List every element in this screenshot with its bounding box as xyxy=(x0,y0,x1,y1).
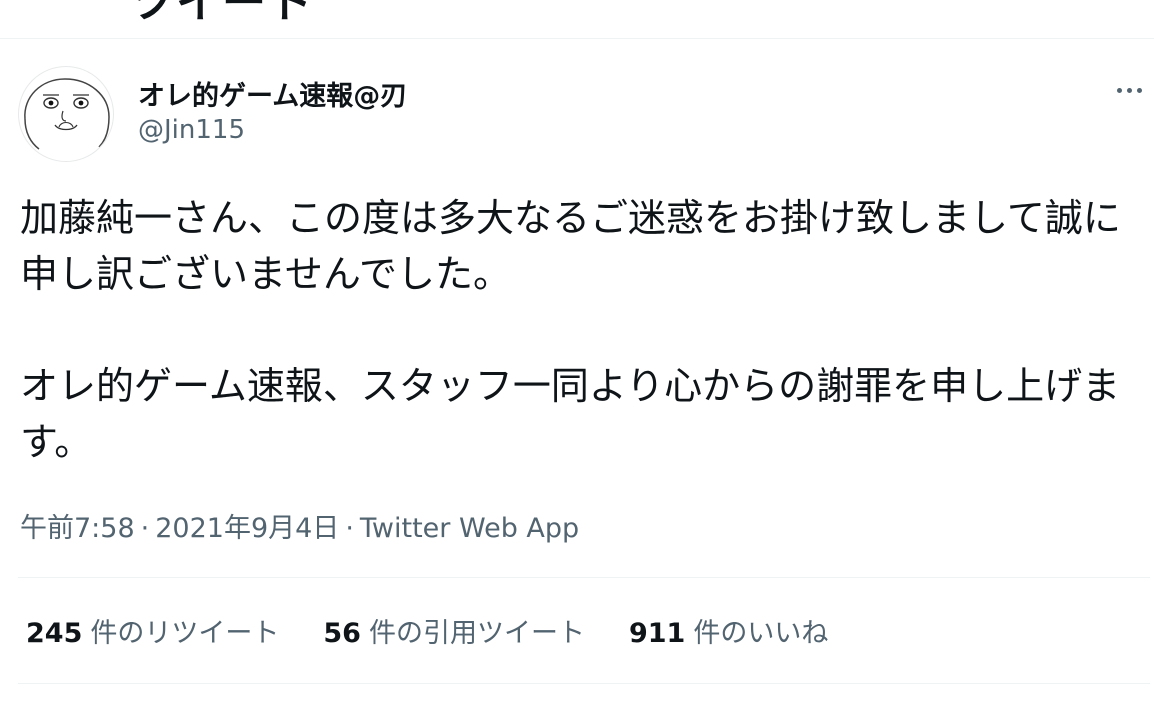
more-dots-icon xyxy=(1136,87,1142,93)
author-handle[interactable]: @Jin115 xyxy=(138,115,245,145)
quote-tweets-count: 56 xyxy=(323,618,361,649)
retweets-label: 件のリツイート xyxy=(90,618,280,649)
likes-label: 件のいいね xyxy=(693,618,829,649)
tweet-paragraph: 加藤純一さん、この度は多大なるご迷惑をお掛け致しまして誠に申し訳ございませんでし… xyxy=(20,196,1121,296)
meta-separator: · xyxy=(140,513,150,544)
tweet-time: 午前7:58 xyxy=(20,513,135,544)
divider xyxy=(0,38,1154,39)
divider xyxy=(18,683,1150,684)
quote-tweets-stat[interactable]: 56 件の引用ツイート xyxy=(323,611,585,650)
retweets-stat[interactable]: 245 件のリツイート xyxy=(26,611,279,650)
tweet-date: 2021年9月4日 xyxy=(155,513,340,544)
quote-tweets-label: 件の引用ツイート xyxy=(368,618,585,649)
tweet-metadata: 午前7:58 · 2021年9月4日 · Twitter Web App xyxy=(20,506,579,545)
avatar[interactable] xyxy=(18,66,114,162)
tweet-stats: 245 件のリツイート 56 件の引用ツイート 911 件のいいね xyxy=(26,611,872,650)
tweet-text: 加藤純一さん、この度は多大なるご迷惑をお掛け致しまして誠に申し訳ございませんでし… xyxy=(20,190,1144,470)
meta-separator: · xyxy=(345,513,354,544)
more-dots-icon xyxy=(1116,87,1122,93)
divider xyxy=(18,577,1150,578)
retweets-count: 245 xyxy=(26,618,83,649)
author-display-name[interactable]: オレ的ゲーム速報@刃 xyxy=(138,74,407,113)
tweet-timestamp[interactable]: 午前7:58 · 2021年9月4日 xyxy=(20,513,339,544)
tweet-detail-page: ツイート オレ的ゲーム速報@刃 @Jin115 加藤純一さん、この度は多大なるご… xyxy=(0,0,1154,710)
page-header: ツイート xyxy=(0,0,1154,38)
page-header-title: ツイート xyxy=(130,0,314,28)
likes-count: 911 xyxy=(628,618,686,649)
cartoon-face-avatar-icon xyxy=(24,78,110,150)
more-dots-icon xyxy=(1126,87,1132,93)
more-options-button[interactable] xyxy=(1108,74,1150,106)
tweet-source-link[interactable]: Twitter Web App xyxy=(360,513,579,544)
tweet-paragraph: オレ的ゲーム速報、スタッフ一同より心からの謝罪を申し上げます。 xyxy=(20,364,1121,464)
likes-stat[interactable]: 911 件のいいね xyxy=(629,611,828,650)
